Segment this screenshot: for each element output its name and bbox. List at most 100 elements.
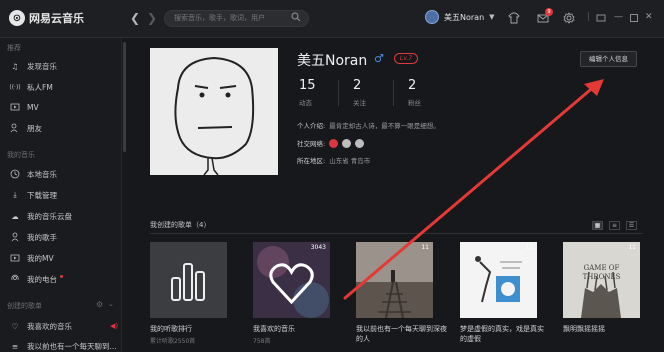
stat-divider [338,80,339,106]
playlist-card-rank[interactable] [150,242,227,318]
playlist-card-title[interactable]: 我喜欢的音乐 [253,324,349,334]
weibo-icon[interactable] [329,138,339,148]
playlist-card-dream[interactable]: 11 [460,242,537,318]
sidebar-section-created: 创建的歌单 [7,302,42,310]
stat-following-value[interactable]: 2 [353,78,361,93]
friends-icon [10,123,18,133]
bio-row: 个人介绍: 最肯定却古人诗，最不算一眼是细想。 [297,120,440,130]
add-playlist-icon[interactable]: ⚙ [96,300,103,309]
radio-icon: ((·)) [9,83,21,91]
playlists-header: 我创建的歌单（4） [150,221,211,229]
grid-view-icon[interactable]: ▦ [592,221,603,230]
mini-mode-icon[interactable] [596,12,606,24]
play-count: 11 [628,244,636,251]
sidebar-item-label: 我的MV [27,253,54,263]
my-mv-icon [10,254,20,262]
stat-following-label[interactable]: 关注 [353,97,366,107]
caret-down-icon[interactable]: ▼ [489,13,494,21]
sidebar-item-label: 下载管理 [27,190,57,200]
sidebar-item-friends[interactable]: 朋友 [10,121,118,135]
sidebar-item-my-mv[interactable]: 我的MV [10,251,118,265]
close-icon[interactable]: ✕ [645,12,653,22]
sidebar-item-singers[interactable]: 我的歌手 [10,230,118,244]
separator: | [587,12,591,22]
sidebar-section-my-music: 我的音乐 [7,151,35,159]
douban-icon[interactable] [342,138,352,148]
search-input[interactable]: 搜索音乐，歌手，歌词，用户 [164,10,309,27]
local-music-icon [10,169,20,179]
stat-followers-label[interactable]: 粉丝 [408,97,421,107]
sidebar-item-label: 朋友 [27,123,42,133]
podcast-icon [11,274,19,281]
sidebar-item-label: 我的电台 [27,274,57,284]
compact-view-icon[interactable]: ☰ [626,221,637,230]
playlist-card-sub: 758首 [253,338,271,345]
region-row: 所在地区: 山东省 青岛市 [297,155,370,165]
playlists-divider [150,233,643,234]
top-bar: ⊙ 网易云音乐 ❮ ❯ 搜索音乐，歌手，歌词，用户 美五Noran ▼ 9 | … [0,0,664,38]
app-name: 网易云音乐 [29,12,84,25]
new-dot-indicator [60,274,63,278]
playlist-card-title[interactable]: 飘明飘摇摇摇 [563,324,643,334]
railway-cover-art [356,242,433,318]
play-count: 11 [525,244,533,251]
level-badge: Lv.7 [394,53,418,64]
playlist-card-title[interactable]: 我的听歌排行 [150,324,246,334]
back-arrow-icon[interactable]: ❮ [130,11,140,25]
sidebar-item-podcast[interactable]: 我的电台 [10,272,118,286]
bio-label: 个人介绍: [297,122,326,130]
sidebar-item-discover[interactable]: ♫ 发现音乐 [10,59,118,73]
sidebar-item-mv[interactable]: MV [10,100,118,114]
sidebar-item-label: 我的音乐云盘 [27,211,72,221]
heart-cover-art [253,242,330,318]
sidebar-item-fm[interactable]: ((·)) 私人FM [9,80,118,94]
sidebar-scrollbar[interactable] [123,42,126,152]
stat-events-value[interactable]: 15 [299,78,316,93]
profile-name: 美五Noran [297,53,368,69]
renren-icon[interactable] [355,138,365,148]
play-count: 11 [421,244,429,251]
skin-shirt-icon[interactable] [508,12,520,24]
playlist-card-title[interactable]: 我以前也有一个每天聊到深夜的人 [356,324,452,344]
search-icon[interactable] [291,12,301,22]
playlist-card-railway[interactable]: 11 [356,242,433,318]
sidebar-item-label: 我以前也有一个每天聊到... [27,341,117,351]
sidebar-item-download[interactable]: ⤓ 下载管理 [10,188,118,202]
maximize-icon[interactable] [629,12,639,24]
list-view-icon[interactable]: ≡ [609,221,620,230]
bio-text: 最肯定却古人诗，最不算一眼是细想。 [329,122,440,130]
sidebar-item-local-music[interactable]: 本地音乐 [10,167,118,181]
settings-gear-icon[interactable] [563,12,575,24]
playlist-card-title[interactable]: 梦是虚假的真实，戏是真实的虚假 [460,324,548,344]
sidebar-item-playlist[interactable]: ≡ 我以前也有一个每天聊到... [10,339,118,352]
profile-avatar-image[interactable] [150,48,278,176]
avatar[interactable] [425,10,439,24]
edit-profile-button[interactable]: 编辑个人信息 [580,51,637,67]
stat-events-label[interactable]: 动态 [299,97,312,107]
download-icon: ⤓ [13,190,17,199]
user-menu[interactable]: 美五Noran ▼ [425,10,495,24]
sidebar-item-label: 发现音乐 [27,61,57,71]
stat-followers-value[interactable]: 2 [408,78,416,93]
sidebar-item-liked[interactable]: ♡ 我喜欢的音乐 [10,319,118,333]
app-logo[interactable]: ⊙ 网易云音乐 [9,10,84,26]
forward-arrow-icon[interactable]: ❯ [147,11,157,25]
social-row: 社交网络: [297,138,365,148]
playlist-icon: ≡ [11,341,19,351]
playlist-card-sub: 累计听歌2550首 [150,338,196,345]
playlist-card-liked[interactable]: 3043 [253,242,330,318]
header-username[interactable]: 美五Noran [444,12,484,23]
minimize-icon[interactable]: — [614,12,623,22]
meme-face-drawing [150,48,278,176]
sidebar-item-label: 私人FM [27,82,53,92]
music-note-icon: ♫ [11,61,19,71]
dream-cover-art [460,242,537,318]
svg-text:GAME OF: GAME OF [584,264,620,272]
heart-icon: ♡ [11,321,19,331]
playlist-card-game[interactable]: GAME OF THRONES 11 [563,242,640,318]
sidebar-item-cloud[interactable]: ☁ 我的音乐云盘 [10,209,118,223]
message-count-badge: 9 [545,8,553,16]
sidebar-item-label: 我喜欢的音乐 [27,321,72,331]
collapse-chevron-icon[interactable]: ⌄ [108,300,114,308]
social-label: 社交网络: [297,140,326,148]
